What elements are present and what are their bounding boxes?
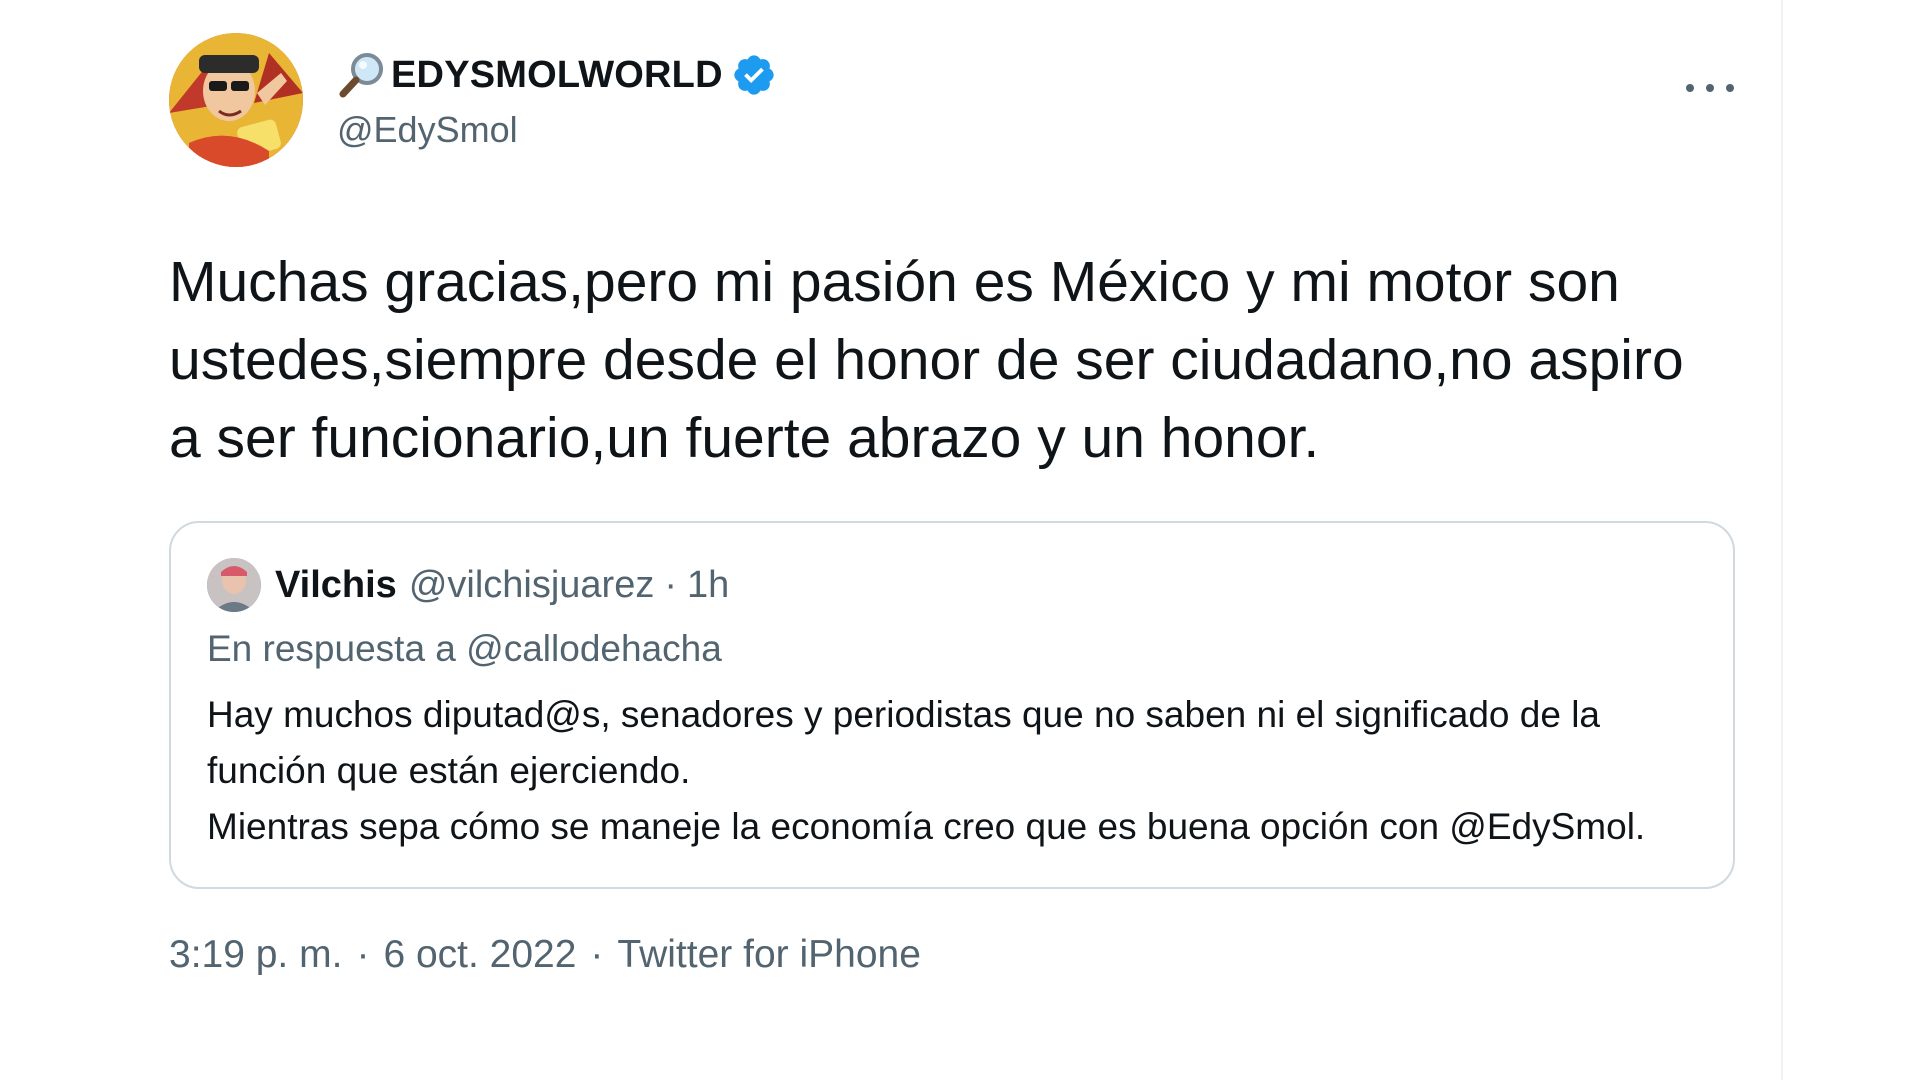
tweet-time[interactable]: 3:19 p. m. <box>169 933 342 977</box>
magnifying-glass-icon <box>339 53 383 98</box>
quoted-author-handle[interactable]: @vilchisjuarez <box>409 564 655 607</box>
reply-to-mention[interactable]: @callodehacha <box>466 628 722 669</box>
author-handle[interactable]: @EdySmol <box>337 109 777 151</box>
person-avatar-icon <box>207 558 261 612</box>
quoted-tweet-header: Vilchis @vilchisjuarez · 1h <box>207 557 1697 613</box>
more-options-icon[interactable] <box>1686 73 1734 103</box>
quoted-author-name[interactable]: Vilchis <box>275 564 397 607</box>
meta-separator: · <box>590 933 604 976</box>
column-divider <box>1781 0 1783 1080</box>
quoted-tweet[interactable]: Vilchis @vilchisjuarez · 1h En respuesta… <box>169 521 1735 889</box>
author-display-name[interactable]: EDYSMOLWORLD <box>391 54 723 97</box>
quoted-time[interactable]: 1h <box>687 564 729 607</box>
quoted-separator: · <box>664 563 678 606</box>
more-dot <box>1686 84 1694 92</box>
quoted-reply-context: En respuesta a @callodehacha <box>207 621 1697 677</box>
reply-prefix: En respuesta a <box>207 628 456 669</box>
tweet-page: EDYSMOLWORLD @EdySmol Muchas gracias,per… <box>0 0 1920 1080</box>
author-avatar[interactable] <box>169 33 303 167</box>
verified-badge-icon <box>734 55 774 95</box>
author-name-row[interactable]: EDYSMOLWORLD <box>337 47 777 103</box>
tweet: EDYSMOLWORLD @EdySmol Muchas gracias,per… <box>169 33 1736 977</box>
cartoon-avatar-icon <box>169 33 303 167</box>
more-dot <box>1706 84 1714 92</box>
quoted-author-avatar[interactable] <box>207 558 261 612</box>
tweet-text: Muchas gracias,pero mi pasión es México … <box>169 250 1684 470</box>
tweet-source[interactable]: Twitter for iPhone <box>617 933 920 977</box>
tweet-meta: 3:19 p. m. · 6 oct. 2022 · Twitter for i… <box>169 933 1736 977</box>
more-dot <box>1726 84 1734 92</box>
author-names: EDYSMOLWORLD @EdySmol <box>337 47 777 151</box>
tweet-header: EDYSMOLWORLD @EdySmol <box>169 33 1736 169</box>
meta-separator: · <box>356 933 370 976</box>
tweet-date[interactable]: 6 oct. 2022 <box>383 933 576 977</box>
quoted-tweet-text: Hay muchos diputad@s, senadores y period… <box>207 694 1646 847</box>
